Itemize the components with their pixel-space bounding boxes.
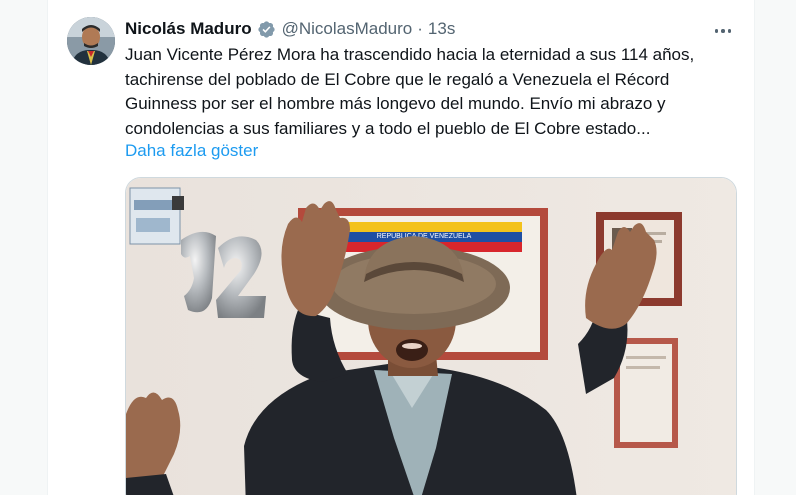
tweet-timestamp[interactable]: 13s [428,19,455,39]
author-avatar[interactable] [67,17,115,65]
tweet-text-line: tachirense del poblado de El Cobre que l… [125,69,670,89]
photo-illustration: REPUBLICA DE VENEZUELA [126,178,736,495]
author-handle[interactable]: @NicolasMaduro [282,19,413,39]
verified-badge-icon[interactable] [257,20,276,39]
avatar-image [67,17,115,65]
show-more-link[interactable]: Daha fazla göster [125,139,258,163]
tweet-text-line: Guinness por ser el hombre más longevo d… [125,94,666,113]
tweet-header: Nicolás Maduro @NicolasMaduro · 13s [125,18,455,40]
tweet-text-line: condolencias a sus familiares y a todo e… [125,118,651,138]
more-options-icon[interactable] [710,18,736,44]
page: Nicolás Maduro @NicolasMaduro · 13s Juan… [0,0,796,495]
tweet-text: Juan Vicente Pérez Mora ha trascendido h… [125,43,725,141]
wall-sign [129,187,184,245]
author-name[interactable]: Nicolás Maduro [125,19,252,39]
tweet-text-line: Juan Vicente Pérez Mora ha trascendido h… [125,45,695,64]
tweet-media-photo[interactable]: REPUBLICA DE VENEZUELA [125,177,737,495]
header-separator: · [417,19,423,38]
